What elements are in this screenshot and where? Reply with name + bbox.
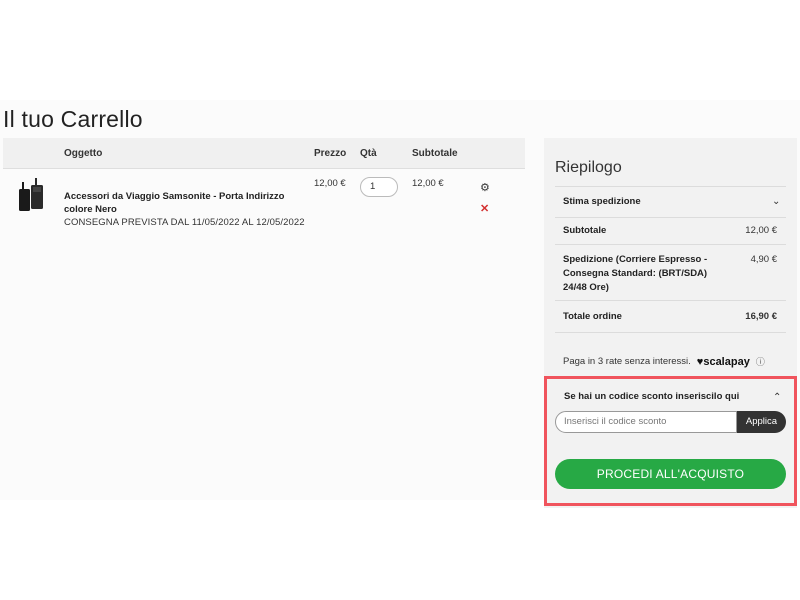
column-header-item: Oggetto bbox=[64, 148, 103, 159]
delivery-estimate: CONSEGNA PREVISTA DAL 11/05/2022 AL 12/0… bbox=[64, 217, 305, 228]
total-value: 16,90 € bbox=[745, 311, 777, 322]
info-icon[interactable]: ⓘ bbox=[756, 355, 765, 368]
scalapay-logo: ♥scalapay bbox=[696, 355, 750, 368]
page-title: Il tuo Carrello bbox=[3, 106, 143, 132]
proceed-to-checkout-button[interactable]: PROCEDI ALL'ACQUISTO bbox=[555, 459, 786, 489]
column-header-price: Prezzo bbox=[314, 148, 347, 159]
quantity-input[interactable]: 1 bbox=[360, 177, 398, 197]
gear-icon[interactable]: ⚙ bbox=[480, 181, 490, 194]
product-thumbnail[interactable] bbox=[17, 177, 45, 217]
item-subtotal: 12,00 € bbox=[412, 178, 444, 189]
divider bbox=[555, 186, 786, 187]
cart-table-header: Oggetto Prezzo Qtà Subtotale bbox=[3, 138, 525, 169]
subtotal-value: 12,00 € bbox=[745, 225, 777, 236]
subtotal-label: Subtotale bbox=[563, 225, 607, 236]
shipping-estimate-toggle[interactable]: Stima spedizione bbox=[563, 195, 641, 209]
cart-item-row: Accessori da Viaggio Samsonite - Porta I… bbox=[3, 169, 525, 249]
product-name-link[interactable]: Accessori da Viaggio Samsonite - Porta I… bbox=[64, 190, 304, 216]
close-icon[interactable]: ✕ bbox=[480, 202, 489, 215]
summary-title: Riepilogo bbox=[555, 159, 622, 176]
column-header-qty: Qtà bbox=[360, 148, 377, 159]
divider bbox=[555, 332, 786, 333]
shipping-label: Spedizione (Corriere Espresso - Consegna… bbox=[563, 254, 708, 293]
divider bbox=[555, 244, 786, 245]
coupon-code-input[interactable]: Inserisci il codice sconto bbox=[555, 411, 737, 433]
scalapay-row: Paga in 3 rate senza interessi. ♥scalapa… bbox=[563, 355, 765, 368]
chevron-up-icon[interactable]: ⌃ bbox=[773, 392, 781, 403]
divider bbox=[555, 300, 786, 301]
divider bbox=[555, 217, 786, 218]
shipping-value: 4,90 € bbox=[750, 254, 777, 265]
scalapay-text: Paga in 3 rate senza interessi. bbox=[563, 356, 691, 367]
apply-coupon-button[interactable]: Applica bbox=[737, 411, 786, 433]
chevron-down-icon[interactable]: ⌄ bbox=[772, 196, 780, 207]
item-price: 12,00 € bbox=[314, 178, 346, 189]
total-label: Totale ordine bbox=[563, 311, 622, 322]
coupon-section-toggle[interactable]: Se hai un codice sconto inseriscilo qui bbox=[564, 391, 739, 402]
column-header-subtotal: Subtotale bbox=[412, 148, 458, 159]
